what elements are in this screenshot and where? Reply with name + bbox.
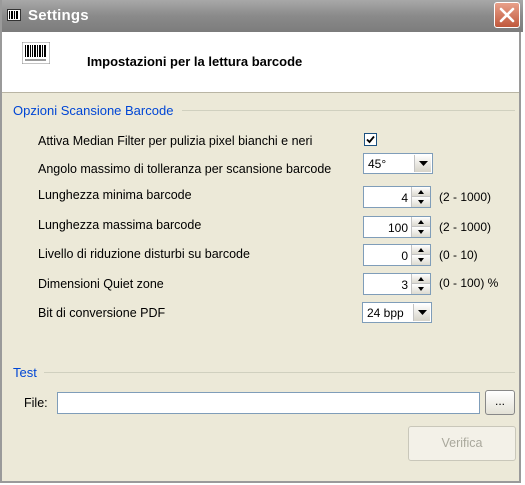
test-group-title: Test <box>13 365 41 380</box>
scan-options-group-title: Opzioni Scansione Barcode <box>13 103 178 118</box>
max-length-value: 100 <box>387 221 408 235</box>
max-length-range: (2 - 1000) <box>439 220 492 234</box>
browse-button[interactable]: ... <box>485 390 515 415</box>
chevron-down-icon[interactable] <box>414 155 431 172</box>
noise-range: (0 - 10) <box>439 248 478 262</box>
stepper-buttons <box>411 187 430 207</box>
barcode-icon <box>21 41 51 65</box>
settings-window: Settings Impostazioni per la lettura bar… <box>0 0 523 483</box>
header-title: Impostazioni per la lettura barcode <box>87 54 303 69</box>
angle-label: Angolo massimo di tolleranza per scansio… <box>38 162 332 176</box>
spin-down-icon[interactable] <box>412 255 430 265</box>
noise-label: Livello di riduzione disturbi su barcode <box>38 247 250 261</box>
median-filter-label: Attiva Median Filter per pulizia pixel b… <box>38 134 313 148</box>
stepper-buttons <box>411 217 430 237</box>
max-length-stepper[interactable]: 100 <box>363 216 431 238</box>
spin-down-icon[interactable] <box>412 284 430 294</box>
pdf-bits-label: Bit di conversione PDF <box>38 306 166 320</box>
spin-up-icon[interactable] <box>412 274 430 284</box>
angle-select[interactable]: 45° <box>363 153 433 174</box>
spin-up-icon[interactable] <box>412 245 430 255</box>
min-length-range: (2 - 1000) <box>439 190 492 204</box>
header-panel: Impostazioni per la lettura barcode <box>2 32 519 93</box>
max-length-label: Lunghezza massima barcode <box>38 218 202 232</box>
min-length-stepper[interactable]: 4 <box>363 186 431 208</box>
pdf-bits-select[interactable]: 24 bpp <box>362 302 432 323</box>
file-input[interactable] <box>57 392 480 414</box>
min-length-label: Lunghezza minima barcode <box>38 188 192 202</box>
verify-button[interactable]: Verifica <box>408 426 516 461</box>
stepper-buttons <box>411 274 430 294</box>
stepper-buttons <box>411 245 430 265</box>
chevron-down-icon[interactable] <box>413 304 430 321</box>
barcode-icon <box>7 9 21 21</box>
spin-up-icon[interactable] <box>412 187 430 197</box>
close-button[interactable] <box>494 2 520 28</box>
quiet-zone-value: 3 <box>401 278 408 292</box>
file-label: File: <box>24 396 48 410</box>
noise-value: 0 <box>401 249 408 263</box>
min-length-value: 4 <box>401 191 408 205</box>
quiet-zone-range: (0 - 100) % <box>439 276 499 290</box>
median-filter-checkbox[interactable] <box>364 133 377 146</box>
window-title: Settings <box>28 7 89 24</box>
quiet-zone-stepper[interactable]: 3 <box>363 273 431 295</box>
title-bar[interactable]: Settings <box>2 0 523 32</box>
quiet-zone-label: Dimensioni Quiet zone <box>38 277 164 291</box>
spin-up-icon[interactable] <box>412 217 430 227</box>
checkmark-icon <box>366 135 375 144</box>
group-divider <box>182 110 515 111</box>
close-icon <box>499 7 515 23</box>
pdf-bits-value: 24 bpp <box>367 306 404 320</box>
noise-stepper[interactable]: 0 <box>363 244 431 266</box>
spin-down-icon[interactable] <box>412 227 430 237</box>
group-divider <box>44 372 515 373</box>
spin-down-icon[interactable] <box>412 197 430 207</box>
angle-value: 45° <box>368 157 387 171</box>
